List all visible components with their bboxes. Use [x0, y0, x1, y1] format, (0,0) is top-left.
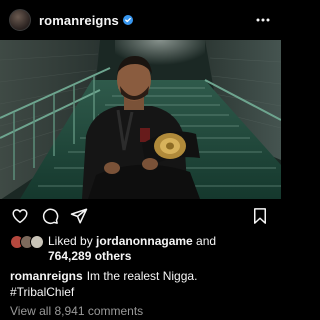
- heart-icon[interactable]: [11, 207, 29, 225]
- post-image[interactable]: [0, 40, 281, 199]
- post-actions-bar: [0, 203, 281, 229]
- caption-hashtag[interactable]: #TribalChief: [10, 284, 275, 300]
- likes-text: Liked by jordanonnagame and 764,289 other…: [48, 234, 216, 264]
- verified-badge-icon: [122, 15, 133, 25]
- comment-bubble-icon[interactable]: [41, 207, 59, 225]
- view-comments-link[interactable]: View all 8,941 comments: [10, 304, 143, 318]
- likes-prefix: Liked by: [48, 234, 97, 248]
- paper-plane-icon[interactable]: [70, 207, 88, 225]
- post-header: romanreigns: [0, 0, 281, 40]
- caption-username[interactable]: romanreigns: [10, 269, 83, 283]
- post-username[interactable]: romanreigns: [39, 13, 119, 28]
- liker-avatar: [30, 235, 44, 249]
- avatar[interactable]: [9, 9, 31, 31]
- more-dots-icon[interactable]: [254, 11, 272, 29]
- likes-row: Liked by jordanonnagame and 764,289 other…: [10, 234, 275, 264]
- liker-avatars: [10, 235, 44, 251]
- likes-and: and: [192, 234, 217, 248]
- liked-by-username[interactable]: jordanonnagame: [96, 234, 193, 248]
- bookmark-icon[interactable]: [251, 207, 269, 225]
- post-caption: romanreigns Im the realest Nigga. #Tribal…: [10, 268, 275, 300]
- caption-text: Im the realest Nigga.: [86, 269, 198, 283]
- likes-count-link[interactable]: 764,289 others: [48, 249, 131, 263]
